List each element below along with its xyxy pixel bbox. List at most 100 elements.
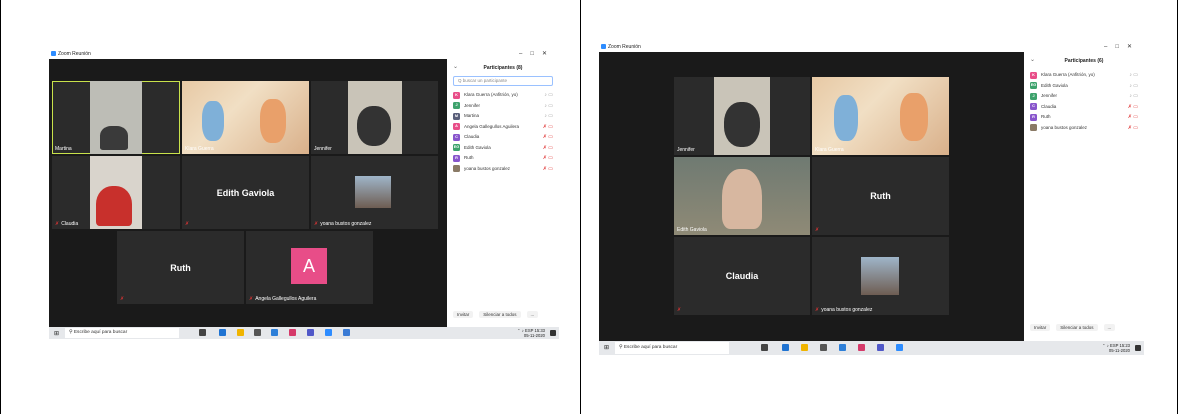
store-icon[interactable] xyxy=(271,329,278,336)
participant-row[interactable]: J Jennifer ♪ ▭ xyxy=(447,101,559,112)
video-tile-angela[interactable]: A ✗ Angela Gallegullos Aguilera xyxy=(246,231,373,304)
chevron-down-icon[interactable]: ⌄ xyxy=(1030,56,1035,63)
participant-row[interactable]: K Klara Guerra (Anfitrión, yo) ♪ ▭ xyxy=(1024,70,1144,81)
mic-icon[interactable]: ♪ ▭ xyxy=(544,101,553,112)
video-tile-edith[interactable]: Edith Gaviola xyxy=(674,157,810,235)
store-icon[interactable] xyxy=(839,344,846,351)
windows-start-icon[interactable]: ⊞ xyxy=(54,330,59,337)
video-tile-claudia[interactable]: ✗ Claudia xyxy=(52,156,180,229)
window-controls[interactable]: –□✕ xyxy=(1104,43,1140,52)
avatar: J xyxy=(453,102,460,109)
mic-muted-icon[interactable]: ✗ ▭ xyxy=(543,132,553,143)
video-tile-claudia[interactable]: Claudia ✗ xyxy=(674,237,810,315)
mic-icon[interactable]: ♪ ▭ xyxy=(544,111,553,122)
more-button[interactable]: ... xyxy=(1103,324,1116,331)
avatar: K xyxy=(1030,71,1037,79)
app-icon[interactable] xyxy=(858,344,865,351)
mic-icon[interactable]: ♪ ▭ xyxy=(544,90,553,101)
mic-muted-icon[interactable]: ✗ ▭ xyxy=(543,164,553,175)
mic-muted-icon[interactable]: ✗ ▭ xyxy=(543,122,553,133)
windows-taskbar: ⊞ ⚲ Escribe aquí para buscar ⌃ ♪ ESP 15:… xyxy=(599,341,1144,355)
video-grid: Jennifer Klara Guerra Edith Gaviola Ruth… xyxy=(599,52,1024,341)
participant-row[interactable]: K Klara Guerra (Anfitrión, yo) ♪ ▭ xyxy=(447,90,559,101)
app-icon[interactable] xyxy=(343,329,350,336)
zoom-taskbar-icon[interactable] xyxy=(325,329,332,336)
titlebar: Zoom Reunión –□✕ xyxy=(599,43,1144,52)
mute-all-button[interactable]: Silenciar a todos xyxy=(479,311,521,318)
participant-name: Ruth xyxy=(1041,114,1051,119)
mail-icon[interactable] xyxy=(254,329,261,336)
video-tile-jennifer[interactable]: Jennifer xyxy=(311,81,438,154)
search-input[interactable]: Q buscar un participante xyxy=(453,76,553,86)
participant-row[interactable]: A Angela Gallegullos Aguilera ✗ ▭ xyxy=(447,122,559,133)
video-grid: Martina Klara Guerra Jennifer ✗ Claudia E… xyxy=(49,59,447,327)
video-tile-klara[interactable]: Klara Guerra xyxy=(812,77,949,155)
mic-icon[interactable]: ♪ ▭ xyxy=(1129,91,1138,102)
taskbar-search-input[interactable]: ⚲ Escribe aquí para buscar xyxy=(65,328,179,338)
mic-icon[interactable]: ♪ ▭ xyxy=(1129,70,1138,81)
participant-row[interactable]: M Martina ♪ ▭ xyxy=(447,111,559,122)
participant-row[interactable]: J Jennifer ♪ ▭ xyxy=(1024,91,1144,102)
system-tray: ⌃ ♪ ESP 15:33 05-11-2020 xyxy=(517,328,545,338)
participant-row[interactable]: yoana bustos gonzalez ✗ ▭ xyxy=(1024,123,1144,134)
video-tile-yoana[interactable]: ✗ yoana bustos gonzalez xyxy=(812,237,949,315)
participant-name: Klara Guerra (Anfitrión, yo) xyxy=(1041,72,1095,77)
task-view-icon[interactable] xyxy=(199,329,206,336)
drawing-figure xyxy=(202,101,224,141)
video-tile-klara[interactable]: Klara Guerra xyxy=(182,81,309,154)
participant-row[interactable]: EG Edith Gaviola ✗ ▭ xyxy=(447,143,559,154)
mic-muted-icon: ✗ xyxy=(249,296,254,302)
panel-title: Participantes (8) xyxy=(483,65,523,71)
windows-start-icon[interactable]: ⊞ xyxy=(604,344,609,351)
tile-name: Jennifer xyxy=(314,146,332,152)
tile-name-text: Angela Gallegullos Aguilera xyxy=(255,296,317,302)
file-explorer-icon[interactable] xyxy=(801,344,808,351)
video-tile-martina[interactable]: Martina xyxy=(52,81,180,154)
zoom-logo-icon xyxy=(51,51,56,57)
teams-icon[interactable] xyxy=(307,329,314,336)
participant-name: Jennifer xyxy=(1041,93,1058,98)
more-button[interactable]: ... xyxy=(526,311,539,318)
participants-panel: ⌄ Participantes (8) Q buscar un particip… xyxy=(447,59,559,327)
edge-icon[interactable] xyxy=(219,329,226,336)
clock-date[interactable]: 05-11-2020 xyxy=(524,333,545,338)
participant-row[interactable]: R Ruth ✗ ▭ xyxy=(1024,112,1144,123)
mic-muted-icon[interactable]: ✗ ▭ xyxy=(1128,112,1138,123)
mic-muted-icon[interactable]: ✗ ▭ xyxy=(1128,123,1138,134)
participant-row[interactable]: R Ruth ✗ ▭ xyxy=(447,153,559,164)
tile-name: Klara Guerra xyxy=(185,146,214,152)
mail-icon[interactable] xyxy=(820,344,827,351)
video-tile-yoana[interactable]: ✗ yoana bustos gonzalez xyxy=(311,156,438,229)
video-tile-ruth[interactable]: Ruth ✗ xyxy=(117,231,244,304)
participant-row[interactable]: C Claudia ✗ ▭ xyxy=(447,132,559,143)
windows-taskbar: ⊞ ⚲ Escribe aquí para buscar ⌃ ♪ ESP 15:… xyxy=(49,327,559,339)
participant-row[interactable]: C Claudia ✗ ▭ xyxy=(1024,102,1144,113)
participant-row[interactable]: EG Edith Gaviola ♪ ▭ xyxy=(1024,81,1144,92)
app-icon[interactable] xyxy=(289,329,296,336)
avatar: K xyxy=(453,91,460,99)
invite-button[interactable]: Invitar xyxy=(1030,324,1051,331)
participant-row[interactable]: yoana bustos gonzalez ✗ ▭ xyxy=(447,164,559,175)
video-tile-ruth[interactable]: Ruth ✗ xyxy=(812,157,949,235)
video-tile-edith[interactable]: Edith Gaviola ✗ xyxy=(182,156,309,229)
participant-name: Klara Guerra (Anfitrión, yo) xyxy=(464,92,518,97)
zoom-taskbar-icon[interactable] xyxy=(896,344,903,351)
chevron-down-icon[interactable]: ⌄ xyxy=(453,63,458,70)
window-controls[interactable]: –□✕ xyxy=(519,50,555,59)
mic-muted-icon[interactable]: ✗ ▭ xyxy=(543,153,553,164)
mic-muted-icon[interactable]: ✗ ▭ xyxy=(1128,102,1138,113)
task-view-icon[interactable] xyxy=(761,344,768,351)
clock-date[interactable]: 05-11-2020 xyxy=(1109,348,1130,353)
notification-icon[interactable] xyxy=(550,330,556,336)
mic-icon[interactable]: ♪ ▭ xyxy=(1129,81,1138,92)
mute-all-button[interactable]: Silenciar a todos xyxy=(1056,324,1098,331)
mic-muted-icon[interactable]: ✗ ▭ xyxy=(543,143,553,154)
invite-button[interactable]: Invitar xyxy=(453,311,474,318)
participants-panel: ⌄ Participantes (6) K Klara Guerra (Anfit… xyxy=(1024,52,1144,341)
video-tile-jennifer[interactable]: Jennifer xyxy=(674,77,810,155)
notification-icon[interactable] xyxy=(1135,345,1141,351)
taskbar-search-input[interactable]: ⚲ Escribe aquí para buscar xyxy=(615,342,729,354)
teams-icon[interactable] xyxy=(877,344,884,351)
file-explorer-icon[interactable] xyxy=(237,329,244,336)
edge-icon[interactable] xyxy=(782,344,789,351)
